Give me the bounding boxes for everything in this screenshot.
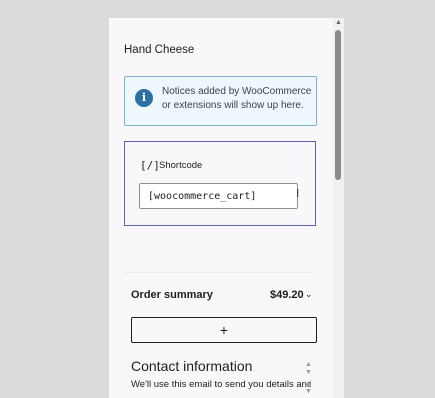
notice-text: Notices added by WooCommerce or extensio… [162, 86, 312, 111]
info-icon: i [135, 89, 153, 107]
add-block-button[interactable]: + [131, 317, 317, 343]
order-summary-total[interactable]: $49.20 [270, 289, 304, 301]
shortcode-icon: [/] [140, 159, 160, 172]
shortcode-block[interactable]: [/] Shortcode [woocommerce_cart] [124, 141, 316, 226]
notice-box: i Notices added by WooCommerce or extens… [124, 76, 317, 126]
divider [124, 272, 315, 273]
contact-description: We'll use this email to send you details… [131, 379, 311, 390]
order-summary-label[interactable]: Order summary [131, 289, 213, 301]
shortcode-input[interactable]: [woocommerce_cart] [139, 183, 298, 209]
scroll-up-icon[interactable]: ▲ [335, 19, 342, 26]
shortcode-label: Shortcode [159, 160, 203, 171]
product-title: Hand Cheese [124, 44, 195, 56]
move-up-down-icon[interactable]: ▲ ▼ [305, 361, 312, 377]
text-cursor-icon: I [296, 187, 300, 200]
contact-heading: Contact information [131, 358, 253, 374]
editor-canvas: Hand Cheese i Notices added by WooCommer… [109, 18, 344, 398]
scroll-thumb[interactable] [335, 30, 341, 180]
move-up-down-icon[interactable]: ▲ ▼ [305, 380, 312, 396]
chevron-down-icon[interactable]: ⌄ [305, 289, 313, 300]
vertical-scrollbar[interactable]: ▲ [333, 18, 344, 398]
